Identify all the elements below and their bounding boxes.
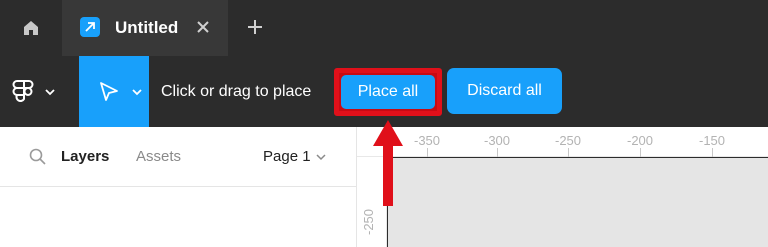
tab-title: Untitled xyxy=(115,18,179,37)
chevron-down-icon xyxy=(45,89,55,96)
ruler-tick xyxy=(568,148,569,157)
ruler-tick-label: -250 xyxy=(555,133,582,148)
chevron-down-icon xyxy=(132,89,142,96)
search-icon[interactable] xyxy=(28,147,48,167)
ruler-tick xyxy=(640,148,641,157)
canvas[interactable] xyxy=(388,158,768,247)
plus-icon xyxy=(248,20,262,34)
file-tab[interactable]: Untitled xyxy=(62,0,228,56)
ruler-tick xyxy=(427,148,428,157)
ruler-tick-label: -200 xyxy=(627,133,654,148)
ruler-tick xyxy=(497,148,498,157)
ruler-tick-label: -300 xyxy=(484,133,511,148)
ruler-tick-label: -350 xyxy=(414,133,441,148)
page-selector[interactable]: Page 1 xyxy=(263,147,327,166)
home-button[interactable] xyxy=(0,0,62,56)
cursor-icon xyxy=(100,82,118,101)
panel-tabs: Layers Assets Page 1 xyxy=(0,127,356,187)
home-icon xyxy=(24,21,38,35)
ruler-tick-label: -150 xyxy=(699,133,726,148)
left-panel: Layers Assets Page 1 xyxy=(0,127,356,247)
figma-logo-icon xyxy=(12,80,34,102)
tab-layers[interactable]: Layers xyxy=(61,147,109,166)
close-tab-button[interactable] xyxy=(192,16,214,38)
toolbar: Click or drag to place Place all Discard… xyxy=(0,56,768,127)
place-all-button[interactable]: Place all xyxy=(341,75,435,109)
ruler-tick xyxy=(712,148,713,157)
tab-bar: Untitled xyxy=(0,0,768,56)
page-selector-label: Page 1 xyxy=(263,148,311,165)
place-hint-text: Click or drag to place xyxy=(161,83,312,100)
file-icon xyxy=(80,17,100,37)
chevron-down-icon xyxy=(316,153,326,160)
close-icon xyxy=(197,21,209,33)
ruler-tick-label: -250 xyxy=(361,208,376,235)
tab-assets[interactable]: Assets xyxy=(136,147,181,166)
main-menu-button[interactable] xyxy=(12,74,68,110)
discard-all-button[interactable]: Discard all xyxy=(447,68,562,114)
new-tab-button[interactable] xyxy=(244,16,266,38)
move-tool-button[interactable] xyxy=(79,56,149,127)
annotation-arrow-icon xyxy=(373,120,403,206)
ruler-top: -350 -300 -250 -200 -150 xyxy=(357,127,768,157)
